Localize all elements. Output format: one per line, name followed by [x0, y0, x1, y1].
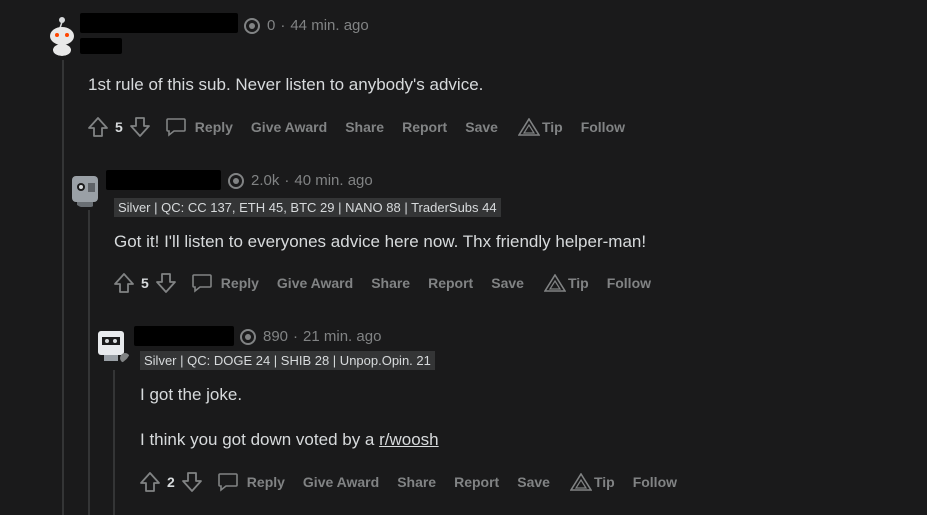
- action-bar: 2 Reply Give Award Share Report Save Tip…: [139, 471, 677, 493]
- karma-icon: [244, 17, 260, 34]
- downvote-icon[interactable]: [129, 116, 151, 138]
- thread-line-2[interactable]: [88, 210, 90, 515]
- robot-avatar[interactable]: [94, 325, 132, 365]
- tip-label: Tip: [567, 275, 589, 291]
- chat-bubble-icon: [191, 274, 212, 293]
- give-award-button[interactable]: Give Award: [277, 275, 353, 291]
- timestamp[interactable]: 44 min. ago: [290, 17, 368, 34]
- reply-button[interactable]: Reply: [165, 117, 233, 137]
- downvote-icon[interactable]: [181, 471, 203, 493]
- share-button[interactable]: Share: [371, 275, 410, 291]
- save-button[interactable]: Save: [517, 474, 550, 490]
- report-button[interactable]: Report: [454, 474, 499, 490]
- subreddit-link[interactable]: r/woosh: [379, 430, 439, 449]
- chat-bubble-icon: [165, 118, 186, 137]
- score: 2: [167, 474, 175, 490]
- vote-group: 5: [113, 272, 177, 294]
- upvote-icon[interactable]: [113, 272, 135, 294]
- tip-button[interactable]: Tip: [543, 274, 589, 292]
- save-button[interactable]: Save: [491, 275, 524, 291]
- karma-icon: [240, 328, 256, 345]
- upvote-icon[interactable]: [87, 116, 109, 138]
- username-redacted-2: [80, 38, 122, 54]
- username-redacted[interactable]: [134, 326, 234, 346]
- follow-button[interactable]: Follow: [633, 474, 677, 490]
- reply-button[interactable]: Reply: [191, 273, 259, 293]
- points: 2.0k: [251, 172, 280, 189]
- points: 0: [267, 17, 276, 34]
- comment-meta: 2.0k · 40 min. ago: [228, 172, 373, 189]
- user-flair: Silver | QC: DOGE 24 | SHIB 28 | Unpop.O…: [140, 351, 435, 370]
- follow-button[interactable]: Follow: [581, 119, 625, 135]
- comment-body: Got it! I'll listen to everyones advice …: [114, 232, 647, 251]
- comment-meta: 0 · 44 min. ago: [244, 17, 369, 34]
- score: 5: [141, 275, 149, 291]
- points: 890: [263, 328, 289, 345]
- report-button[interactable]: Report: [402, 119, 447, 135]
- downvote-icon[interactable]: [155, 272, 177, 294]
- tip-icon: [517, 118, 540, 136]
- vote-group: 2: [139, 471, 203, 493]
- tip-icon: [569, 473, 592, 491]
- give-award-button[interactable]: Give Award: [251, 119, 327, 135]
- robot-avatar[interactable]: [69, 170, 103, 208]
- thread-line-1[interactable]: [62, 60, 64, 515]
- chat-bubble-icon: [217, 473, 238, 492]
- tip-button[interactable]: Tip: [569, 473, 615, 491]
- save-button[interactable]: Save: [465, 119, 498, 135]
- reply-button[interactable]: Reply: [217, 472, 285, 492]
- user-flair: Silver | QC: CC 137, ETH 45, BTC 29 | NA…: [114, 198, 501, 217]
- action-bar: 5 Reply Give Award Share Report Save Tip…: [87, 116, 625, 138]
- timestamp[interactable]: 40 min. ago: [294, 172, 372, 189]
- give-award-button[interactable]: Give Award: [303, 474, 379, 490]
- score: 5: [115, 119, 123, 135]
- share-button[interactable]: Share: [397, 474, 436, 490]
- comment-body-line-2: I think you got down voted by a r/woosh: [140, 430, 439, 450]
- reply-label: Reply: [194, 119, 233, 135]
- share-button[interactable]: Share: [345, 119, 384, 135]
- body-text: I think you got down voted by a: [140, 430, 380, 449]
- username-redacted[interactable]: [80, 13, 238, 33]
- comment-meta: 890 · 21 min. ago: [240, 328, 381, 345]
- vote-group: 5: [87, 116, 151, 138]
- thread-line-3[interactable]: [113, 370, 115, 515]
- comment-body-line-1: I got the joke.: [140, 385, 243, 404]
- reply-label: Reply: [220, 275, 259, 291]
- reply-label: Reply: [246, 474, 285, 490]
- karma-icon: [228, 172, 244, 189]
- tip-icon: [543, 274, 566, 292]
- follow-button[interactable]: Follow: [607, 275, 651, 291]
- tip-label: Tip: [541, 119, 563, 135]
- report-button[interactable]: Report: [428, 275, 473, 291]
- upvote-icon[interactable]: [139, 471, 161, 493]
- comment-body: 1st rule of this sub. Never listen to an…: [88, 75, 484, 94]
- snoo-avatar[interactable]: [46, 16, 78, 56]
- username-redacted[interactable]: [106, 170, 221, 190]
- tip-button[interactable]: Tip: [517, 118, 563, 136]
- tip-label: Tip: [593, 474, 615, 490]
- action-bar: 5 Reply Give Award Share Report Save Tip…: [113, 272, 651, 294]
- timestamp[interactable]: 21 min. ago: [303, 328, 381, 345]
